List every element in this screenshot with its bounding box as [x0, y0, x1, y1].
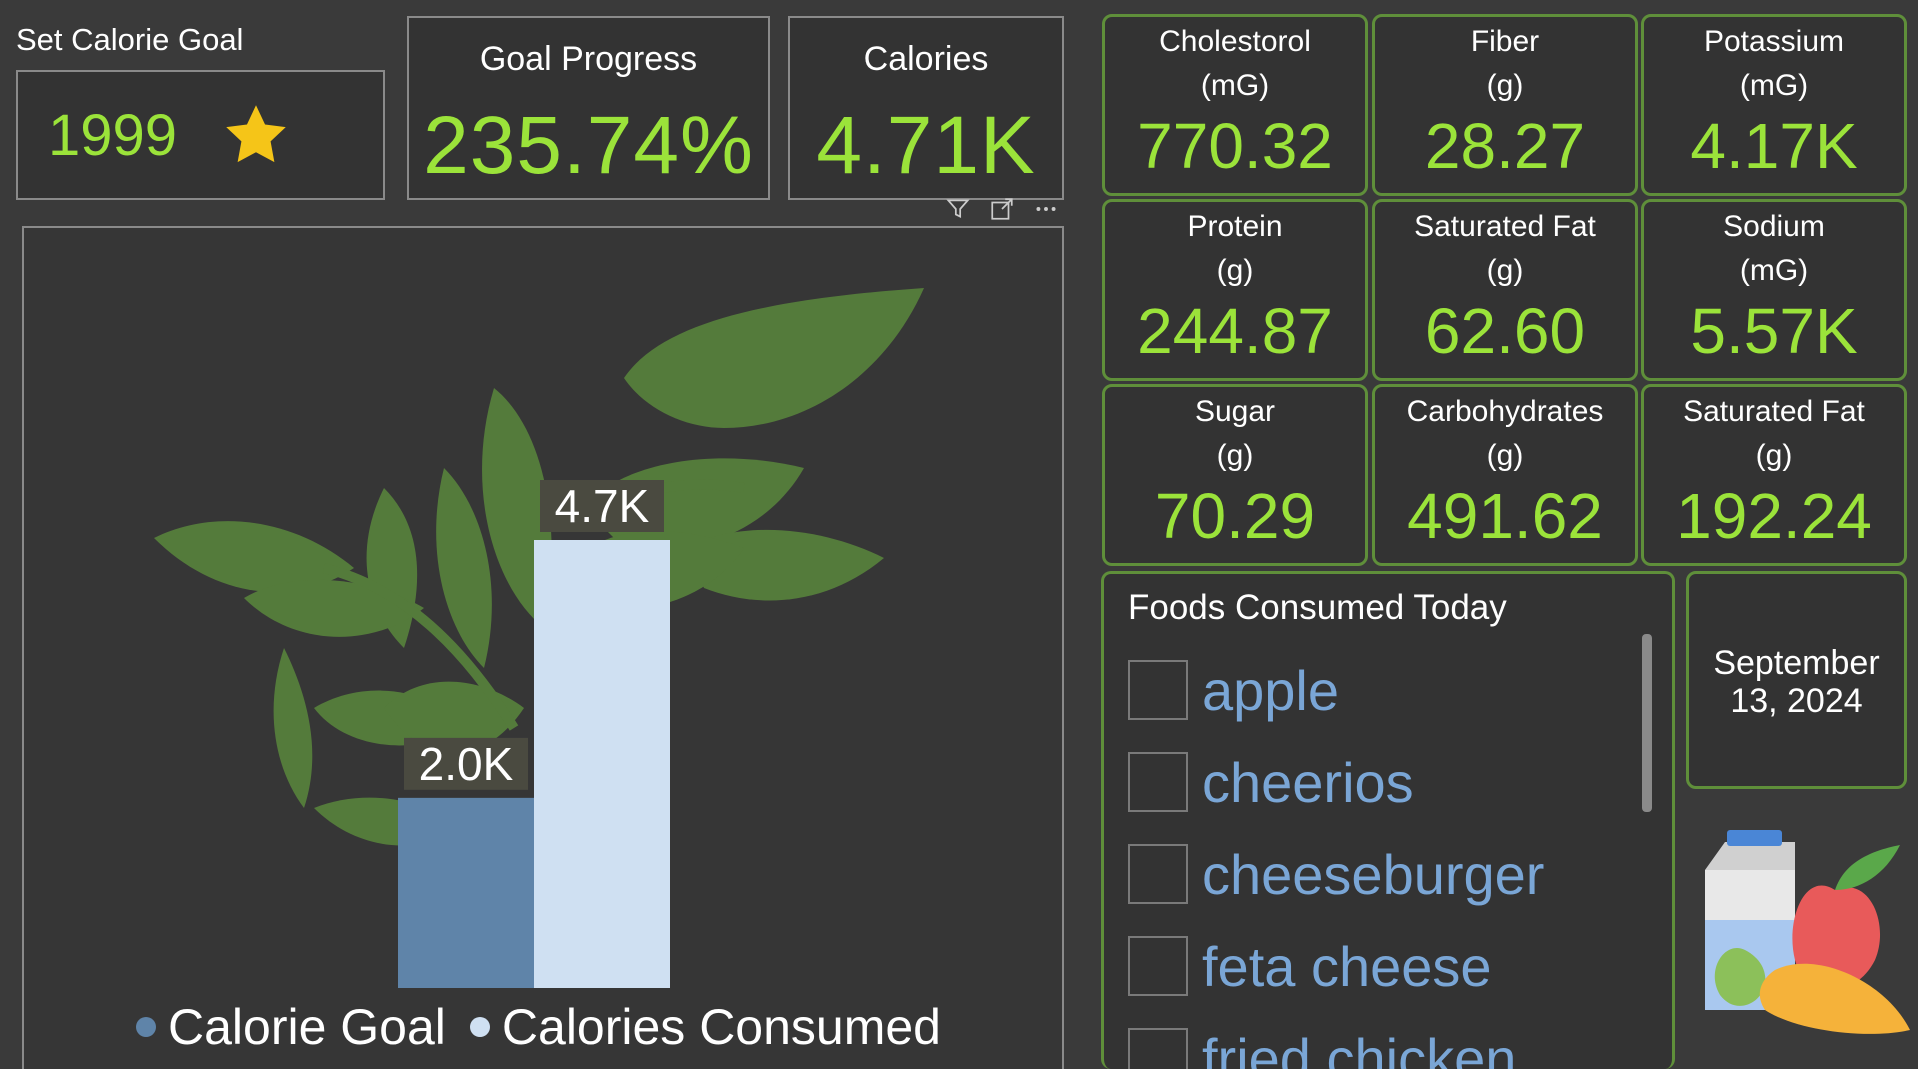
date-line-2: 13, 2024: [1730, 682, 1863, 720]
nutrient-card: Saturated Fat (g) 192.24: [1641, 384, 1907, 566]
legend-dot: [469, 1017, 490, 1037]
data-label: 2.0K: [419, 738, 514, 790]
food-label: fried chicken: [1202, 1026, 1517, 1069]
nutrient-unit: (g): [1486, 439, 1524, 472]
nutrient-name: Protein: [1187, 210, 1283, 243]
nutrient-value: 62.60: [1424, 295, 1586, 367]
visual-header: [945, 196, 1059, 222]
bar-calories-consumed[interactable]: [534, 540, 670, 988]
nutrient-unit: (g): [1486, 69, 1524, 102]
nutrient-value: 244.87: [1137, 295, 1333, 367]
legend-label: Calorie Goal: [168, 999, 446, 1055]
nutrient-name: Carbohydrates: [1406, 395, 1604, 428]
nutrient-card: Potassium (mG) 4.17K: [1641, 14, 1907, 196]
nutrient-name: Saturated Fat: [1414, 210, 1596, 243]
food-list-item[interactable]: apple: [1128, 644, 1544, 736]
food-label: feta cheese: [1202, 934, 1492, 998]
legend-dot: [136, 1017, 156, 1037]
nutrient-value: 28.27: [1424, 110, 1586, 182]
food-checkbox[interactable]: [1128, 844, 1188, 904]
food-list-item[interactable]: fried chicken: [1128, 1012, 1544, 1069]
nutrient-name: Fiber: [1470, 25, 1540, 58]
chart-legend: Calorie Goal Calories Consumed: [136, 998, 965, 1056]
food-label: cheerios: [1202, 750, 1414, 814]
bar-calorie-goal[interactable]: [398, 797, 534, 988]
nutrient-value: 192.24: [1676, 480, 1872, 552]
nutrient-card: Protein (g) 244.87: [1102, 199, 1368, 381]
foods-consumed-slicer: Foods Consumed Today apple cheerios cheese…: [1101, 571, 1675, 1069]
food-checkbox[interactable]: [1128, 752, 1188, 812]
nutrient-name: Sugar: [1194, 395, 1276, 428]
food-list-item[interactable]: cheeseburger: [1128, 828, 1544, 920]
legend-label: Calories Consumed: [501, 999, 941, 1055]
goal-progress-card: Goal Progress 235.74%: [407, 16, 770, 200]
foods-list: apple cheerios cheeseburger feta cheese frie…: [1128, 644, 1544, 1069]
food-checkbox[interactable]: [1128, 936, 1188, 996]
goal-progress-value: 235.74%: [423, 100, 754, 191]
calories-card: Calories 4.71K: [788, 16, 1064, 200]
scrollbar[interactable]: [1642, 634, 1652, 812]
date-card: September 13, 2024: [1686, 571, 1907, 789]
food-label: apple: [1202, 658, 1340, 722]
nutrient-card: Saturated Fat (g) 62.60: [1372, 199, 1638, 381]
data-label: 4.7K: [555, 480, 650, 532]
nutrient-unit: (g): [1216, 254, 1254, 287]
nutrient-card: Carbohydrates (g) 491.62: [1372, 384, 1638, 566]
food-list-item[interactable]: cheerios: [1128, 736, 1544, 828]
nutrient-unit: (g): [1216, 439, 1254, 472]
calorie-goal-title: Set Calorie Goal: [16, 22, 244, 57]
nutrient-value: 491.62: [1407, 480, 1603, 552]
nutrient-name: Cholestorol: [1159, 25, 1311, 58]
nutrient-card: Sugar (g) 70.29: [1102, 384, 1368, 566]
food-list-item[interactable]: feta cheese: [1128, 920, 1544, 1012]
calories-label: Calories: [863, 40, 989, 78]
more-options-icon[interactable]: [1033, 196, 1059, 222]
calorie-chart: 2.0K 4.7K Calorie Goal Calories Consumed: [22, 226, 1064, 1069]
food-checkbox[interactable]: [1128, 1028, 1188, 1069]
foods-title: Foods Consumed Today: [1128, 588, 1507, 627]
nutrient-value: 770.32: [1137, 110, 1333, 182]
chart-canvas: 2.0K 4.7K: [154, 288, 924, 988]
food-label: cheeseburger: [1202, 842, 1545, 906]
nutrient-unit: (mG): [1200, 69, 1270, 102]
goal-progress-label: Goal Progress: [479, 40, 698, 78]
legend-item-calorie-goal[interactable]: Calorie Goal: [136, 998, 446, 1056]
legend-item-calories-consumed[interactable]: Calories Consumed: [469, 998, 941, 1056]
star-icon: [226, 105, 286, 163]
nutrient-name: Potassium: [1703, 25, 1845, 58]
nutrient-card: Fiber (g) 28.27: [1372, 14, 1638, 196]
nutrient-value: 70.29: [1154, 480, 1316, 552]
date-line-1: September: [1713, 644, 1880, 682]
nutrient-name: Sodium: [1723, 210, 1825, 243]
nutrient-value: 5.57K: [1690, 295, 1858, 367]
nutrient-card: Cholestorol (mG) 770.32: [1102, 14, 1368, 196]
food-checkbox[interactable]: [1128, 660, 1188, 720]
nutrient-name: Saturated Fat: [1683, 395, 1865, 428]
grocery-illustration-icon: [1705, 830, 1910, 1034]
calorie-goal-input[interactable]: 1999: [16, 70, 385, 200]
nutrient-value: 4.17K: [1690, 110, 1858, 182]
nutrient-unit: (g): [1486, 254, 1524, 287]
calorie-goal-value: 1999: [48, 102, 178, 168]
nutrient-unit: (g): [1755, 439, 1793, 472]
filter-icon[interactable]: [945, 196, 971, 222]
focus-mode-icon[interactable]: [989, 196, 1015, 222]
nutrient-card: Sodium (mG) 5.57K: [1641, 199, 1907, 381]
nutrient-unit: (mG): [1739, 69, 1809, 102]
nutrient-unit: (mG): [1739, 254, 1809, 287]
calories-value: 4.71K: [816, 100, 1036, 191]
